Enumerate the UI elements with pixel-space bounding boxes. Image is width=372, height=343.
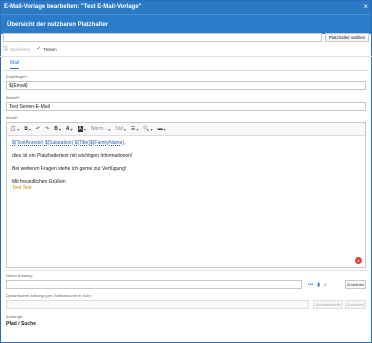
align-button[interactable]: ☰ ▾ <box>130 125 140 134</box>
recipient-field[interactable]: ${Email} <box>6 81 366 90</box>
more-icon: ▬ <box>157 126 163 132</box>
divider <box>3 270 369 271</box>
close-icon[interactable]: × <box>363 1 368 13</box>
save-button[interactable]: 🖫 Speichern <box>3 45 30 54</box>
placeholder-input[interactable] <box>3 33 322 42</box>
signature-line: Test Test <box>12 185 32 191</box>
chevron-down-icon: ▾ <box>136 126 139 132</box>
chevron-down-icon: ▾ <box>123 126 126 132</box>
save-icon: 🖫 <box>3 46 9 52</box>
subject-label: Betreff*: <box>6 95 21 100</box>
action-bar: 🖫 Speichern ✓ Testen <box>3 45 57 54</box>
recipient-label: Empfänger*: <box>6 74 29 79</box>
assign-dynamic-button[interactable]: Zuordnen <box>345 300 366 309</box>
style-dropdown-label: Norm... <box>90 126 108 132</box>
chevron-down-icon: ▾ <box>83 126 86 132</box>
copy-button[interactable]: ⧉ ▾ <box>23 125 32 134</box>
style-dropdown[interactable]: Norm... ▾ <box>90 125 111 134</box>
font-color-icon: A <box>65 126 70 132</box>
chevron-down-icon: ▾ <box>58 126 61 132</box>
placeholder-title: ${Title} <box>74 140 90 146</box>
placeholder-text-anrede: ${TextAnrede} <box>12 140 44 146</box>
chevron-down-icon: ▾ <box>28 126 31 132</box>
test-label: Testen <box>43 47 57 52</box>
comma: , <box>124 140 126 146</box>
placeholder-overview-title: Übersicht der nutzbaren Platzhalter <box>7 22 109 28</box>
copy-icon: ⧉ <box>24 126 28 132</box>
body-line: dies ist ein Platzhaltertext mit wichtig… <box>12 153 133 159</box>
editor-content[interactable]: ${TextAnrede} ${Salutation} ${Title}${Fa… <box>7 136 365 202</box>
text-color-button[interactable]: A ▾ <box>65 125 74 134</box>
undo-icon: ↶ <box>35 126 41 132</box>
dynamic-attachment-input[interactable] <box>6 300 309 309</box>
window-title: E-Mail-Vorlage bearbeiten: "Test E-Mail-… <box>4 4 142 10</box>
highlight-button[interactable]: A ▾ <box>77 125 87 134</box>
notification-badge: 4 <box>355 257 362 264</box>
more-button[interactable]: ▬ ▾ <box>157 125 167 134</box>
bold-button[interactable]: B ▾ <box>53 125 62 134</box>
rich-text-editor[interactable]: 📋 ▾ ⧉ ▾ ↶ ↷ B ▾ A ▾ A ▾ Norm... ▾ Std ▾ ☰ ▾ 🔍 ▾ ▬… <box>6 122 366 268</box>
divider <box>0 56 372 57</box>
bold-icon: B <box>54 126 58 132</box>
attachments-label: Anhänge: <box>6 314 24 319</box>
chevron-down-icon: ▾ <box>108 126 111 132</box>
tab-mail[interactable]: Mail <box>10 60 20 69</box>
chevron-down-icon: ▾ <box>150 126 153 132</box>
align-left-icon: ☰ <box>130 126 136 132</box>
save-label: Speichern <box>10 47 31 52</box>
redo-icon: ↷ <box>45 126 50 132</box>
dynamic-attachment-row: Suchabschnitt Zuordnen <box>6 300 366 309</box>
chevron-down-icon: ▾ <box>17 126 20 132</box>
editor-toolbar: 📋 ▾ ⧉ ▾ ↶ ↷ B ▾ A ▾ A ▾ Norm... ▾ Std ▾ ☰ ▾ 🔍 ▾ ▬… <box>7 123 365 136</box>
undo-button[interactable]: ↶ <box>35 125 41 134</box>
subject-field[interactable]: Test Serien-E-Mail <box>6 102 366 111</box>
placeholder-salutation: ${Salutation} <box>44 140 74 146</box>
highlight-icon: A <box>77 126 83 132</box>
checkmark-icon: ✓ <box>36 46 42 52</box>
tab-underline <box>3 70 369 71</box>
dots-icon[interactable]: ••• <box>308 282 313 288</box>
salutation-line: ${TextAnrede} ${Salutation} ${Title}${Fa… <box>12 140 360 146</box>
chevron-down-icon: ▾ <box>70 126 73 132</box>
test-button[interactable]: ✓ Testen <box>36 45 56 54</box>
search-icon: 🔍 <box>143 126 150 132</box>
content-label: Inhalt*: <box>6 115 19 120</box>
assign-attachment-button[interactable]: Zuordnen <box>345 280 366 289</box>
search-icon[interactable]: ⌕ <box>324 282 327 288</box>
attachment-row: ••• ▮ ⌕ Zuordnen <box>6 280 366 289</box>
body-line: Bei weiteren Fragen stehe ich gerne zur … <box>12 166 127 172</box>
delete-icon[interactable]: ▮ <box>317 282 320 288</box>
choose-placeholder-button[interactable]: Platzhalter wählen <box>325 33 369 42</box>
title-bar: E-Mail-Vorlage bearbeiten: "Test E-Mail-… <box>1 1 371 14</box>
placeholder-family-name: ${FamilyName} <box>89 140 125 146</box>
attachments-column-header: Pfad / Suche <box>6 321 37 327</box>
placeholder-row: Platzhalter wählen <box>3 33 369 42</box>
paste-button[interactable]: 📋 ▾ <box>9 125 20 134</box>
attachment-tools: ••• ▮ ⌕ <box>308 280 327 289</box>
size-dropdown-label: Std <box>115 126 123 132</box>
clipboard-icon: 📋 <box>10 126 17 132</box>
search-section-button[interactable]: Suchabschnitt <box>313 300 343 309</box>
attachment-input[interactable] <box>6 280 302 289</box>
chevron-down-icon: ▾ <box>163 126 166 132</box>
redo-button[interactable]: ↷ <box>44 125 50 134</box>
new-attachment-label: Neuer Anhang: <box>6 273 33 278</box>
search-button[interactable]: 🔍 ▾ <box>142 125 153 134</box>
placeholder-overview-header[interactable]: Übersicht der nutzbaren Platzhalter <box>1 14 371 34</box>
size-dropdown[interactable]: Std ▾ <box>114 125 127 134</box>
dynamic-attachment-label: Dynamischer Anhang (per Volltextsuche in… <box>6 293 92 298</box>
